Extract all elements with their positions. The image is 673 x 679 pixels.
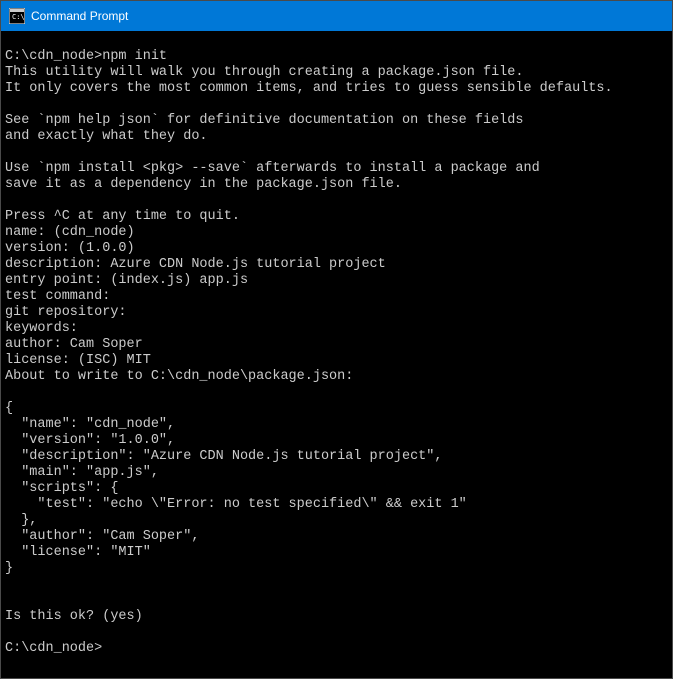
terminal-line: C:\cdn_node>npm init [5,49,668,65]
terminal-line: "version": "1.0.0", [5,433,668,449]
terminal-line [5,625,668,641]
terminal-line: and exactly what they do. [5,129,668,145]
terminal-line: "scripts": { [5,481,668,497]
terminal-line: keywords: [5,321,668,337]
terminal-line: entry point: (index.js) app.js [5,273,668,289]
terminal-line: { [5,401,668,417]
terminal-line: git repository: [5,305,668,321]
terminal-line: description: Azure CDN Node.js tutorial … [5,257,668,273]
terminal-line: About to write to C:\cdn_node\package.js… [5,369,668,385]
titlebar[interactable]: C:\ Command Prompt [1,1,672,31]
terminal-line: "license": "MIT" [5,545,668,561]
terminal-line: Press ^C at any time to quit. [5,209,668,225]
terminal-line: version: (1.0.0) [5,241,668,257]
terminal-line: "test": "echo \"Error: no test specified… [5,497,668,513]
window-title: Command Prompt [31,9,128,23]
terminal-line: author: Cam Soper [5,337,668,353]
terminal-line [5,593,668,609]
terminal-line [5,385,668,401]
command-prompt-window: C:\ Command Prompt C:\cdn_node>npm initT… [0,0,673,679]
terminal-line: test command: [5,289,668,305]
terminal-output[interactable]: C:\cdn_node>npm initThis utility will wa… [1,31,672,678]
terminal-line: This utility will walk you through creat… [5,65,668,81]
terminal-line: } [5,561,668,577]
command-prompt-icon: C:\ [9,8,25,24]
terminal-line: "name": "cdn_node", [5,417,668,433]
terminal-line: C:\cdn_node> [5,641,668,657]
terminal-line [5,97,668,113]
terminal-line: "author": "Cam Soper", [5,529,668,545]
terminal-line: "description": "Azure CDN Node.js tutori… [5,449,668,465]
terminal-line: name: (cdn_node) [5,225,668,241]
terminal-line [5,145,668,161]
terminal-line: }, [5,513,668,529]
terminal-line [5,193,668,209]
terminal-line: See `npm help json` for definitive docum… [5,113,668,129]
terminal-line: save it as a dependency in the package.j… [5,177,668,193]
terminal-line: license: (ISC) MIT [5,353,668,369]
svg-text:C:\: C:\ [12,13,25,21]
terminal-line: "main": "app.js", [5,465,668,481]
terminal-line [5,577,668,593]
terminal-line: Use `npm install <pkg> --save` afterward… [5,161,668,177]
terminal-line: Is this ok? (yes) [5,609,668,625]
terminal-line: It only covers the most common items, an… [5,81,668,97]
terminal-line [5,33,668,49]
